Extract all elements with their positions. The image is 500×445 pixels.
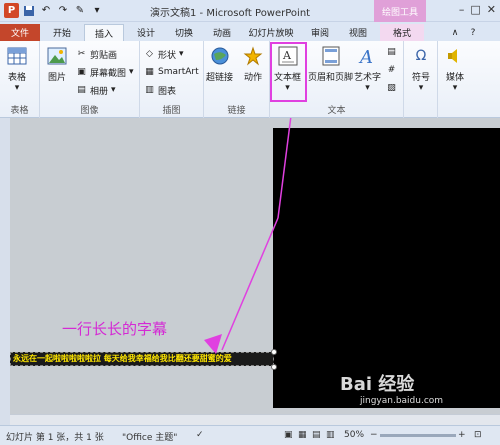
picture-button[interactable]: 图片 <box>46 45 68 83</box>
slide-panel-collapsed[interactable] <box>0 118 10 425</box>
drawing-tools-context: 绘图工具 <box>374 0 426 22</box>
window-controls: – □ ✕ <box>459 3 496 16</box>
minimize-ribbon-icon[interactable]: ∧ <box>448 24 462 41</box>
speaker-icon <box>444 45 466 67</box>
zoom-level[interactable]: 50% <box>344 430 364 440</box>
quick-access-toolbar: P ↶ ↷ ✎ ▾ <box>4 3 104 18</box>
group-label-illustrations: 插图 <box>162 106 181 116</box>
slide-info: 幻灯片 第 1 张，共 1 张 <box>6 433 104 443</box>
tab-home[interactable]: 开始 <box>44 24 80 41</box>
table-button[interactable]: 表格 ▾ <box>6 45 28 93</box>
object-icon[interactable]: ▨ <box>386 81 397 95</box>
header-footer-icon <box>320 45 342 67</box>
resize-handle-top[interactable] <box>271 349 277 355</box>
screenshot-icon: ▣ <box>77 67 86 77</box>
help-icon[interactable]: ? <box>466 24 480 41</box>
title-bar: P ↶ ↷ ✎ ▾ 演示文稿1 - Microsoft PowerPoint 绘… <box>0 0 500 22</box>
wordart-button[interactable]: A 艺术字 ▾ <box>354 45 381 93</box>
smartart-icon: ▦ <box>145 67 154 77</box>
group-tables: 表格 ▾ 表格 <box>0 41 40 118</box>
undo-icon[interactable]: ↶ <box>39 4 53 18</box>
picture-icon <box>46 45 68 67</box>
status-bar: 幻灯片 第 1 张，共 1 张 "Office 主题" ✓ ▣ ▦ ▤ ▥ 50… <box>0 425 500 445</box>
window-title: 演示文稿1 - Microsoft PowerPoint <box>150 8 311 19</box>
date-time-icon[interactable]: ▤ <box>386 45 397 59</box>
group-links: 超链接 动作 链接 <box>204 41 270 118</box>
action-button[interactable]: 动作 <box>242 45 264 83</box>
minimize-icon[interactable]: – <box>459 3 465 16</box>
tab-format[interactable]: 格式 <box>380 24 424 41</box>
wordart-icon: A <box>357 45 379 67</box>
shapes-icon: ◇ <box>146 49 153 59</box>
action-star-icon <box>242 45 264 67</box>
normal-view-icon[interactable]: ▣ <box>284 430 293 440</box>
zoom-out-icon[interactable]: − <box>370 430 378 440</box>
group-images: 图片 ✂ 剪贴画 ▣ 屏幕截图 ▾ ▤ 相册 ▾ 图像 <box>40 41 140 118</box>
maximize-icon[interactable]: □ <box>470 3 480 16</box>
ribbon-tabs: 文件 开始 插入 设计 切换 动画 幻灯片放映 审阅 视图 格式 ∧ ? <box>0 22 500 41</box>
tab-view[interactable]: 视图 <box>340 24 376 41</box>
powerpoint-logo-icon[interactable]: P <box>4 3 19 18</box>
slide-editing-area: 一行长长的字幕 永远在一起啦啦啦啦啦拉 每天给我幸福给我比翻还要甜蜜的爱 <box>10 118 500 425</box>
format-painter-icon[interactable]: ✎ <box>73 4 87 18</box>
album-button[interactable]: ▤ 相册 ▾ <box>76 83 115 97</box>
redo-icon[interactable]: ↷ <box>56 4 70 18</box>
tab-insert[interactable]: 插入 <box>84 24 124 41</box>
chart-icon: ▥ <box>145 85 154 95</box>
clipart-icon: ✂ <box>77 49 86 59</box>
hyperlink-button[interactable]: 超链接 <box>206 45 233 83</box>
close-icon[interactable]: ✕ <box>487 3 496 16</box>
subtitle-textbox[interactable]: 永远在一起啦啦啦啦啦拉 每天给我幸福给我比翻还要甜蜜的爱 <box>10 352 274 366</box>
group-media: 媒体 ▾ <box>438 41 472 118</box>
sorter-view-icon[interactable]: ▦ <box>298 430 307 440</box>
slideshow-view-icon[interactable]: ▥ <box>326 430 335 440</box>
chart-button[interactable]: ▥ 图表 <box>144 83 176 97</box>
horizontal-scrollbar[interactable] <box>10 414 500 425</box>
tab-transitions[interactable]: 切换 <box>166 24 202 41</box>
tab-file[interactable]: 文件 <box>0 24 40 41</box>
group-label-images: 图像 <box>80 106 99 116</box>
reading-view-icon[interactable]: ▤ <box>312 430 321 440</box>
svg-text:A: A <box>358 47 373 66</box>
textbox-highlight <box>270 42 307 102</box>
header-footer-button[interactable]: 页眉和页脚 <box>308 45 353 83</box>
baidu-watermark: Bai 经验 <box>340 374 415 395</box>
tab-slideshow[interactable]: 幻灯片放映 <box>242 24 300 41</box>
annotation-caption: 一行长长的字幕 <box>62 320 168 338</box>
resize-handle-bottom[interactable] <box>271 364 277 370</box>
omega-icon: Ω <box>415 48 427 64</box>
screenshot-button[interactable]: ▣ 屏幕截图 ▾ <box>76 65 133 79</box>
group-label-links: 链接 <box>227 106 246 116</box>
zoom-slider[interactable] <box>380 434 456 437</box>
tab-review[interactable]: 审阅 <box>302 24 338 41</box>
media-button[interactable]: 媒体 ▾ <box>444 45 466 93</box>
shapes-button[interactable]: ◇ 形状 ▾ <box>144 47 184 61</box>
slide[interactable] <box>273 128 500 408</box>
group-symbols: Ω 符号 ▾ <box>404 41 438 118</box>
theme-name: "Office 主题" <box>122 433 178 443</box>
globe-icon <box>209 45 231 67</box>
customize-qat-icon[interactable]: ▾ <box>90 4 104 18</box>
slide-number-icon[interactable]: # <box>386 63 397 77</box>
spellcheck-icon[interactable]: ✓ <box>196 430 204 440</box>
fit-slide-icon[interactable]: ⊡ <box>474 430 482 440</box>
save-icon[interactable] <box>22 4 36 18</box>
group-illustrations: ◇ 形状 ▾ ▦ SmartArt ▥ 图表 插图 <box>140 41 204 118</box>
table-icon <box>6 45 28 67</box>
zoom-in-icon[interactable]: + <box>458 430 466 440</box>
group-label-text: 文本 <box>327 106 346 116</box>
group-label-tables: 表格 <box>10 106 29 116</box>
canvas-background: 一行长长的字幕 永远在一起啦啦啦啦啦拉 每天给我幸福给我比翻还要甜蜜的爱 <box>10 118 500 418</box>
tab-design[interactable]: 设计 <box>128 24 164 41</box>
symbol-button[interactable]: Ω 符号 ▾ <box>410 45 432 93</box>
tab-animations[interactable]: 动画 <box>204 24 240 41</box>
smartart-button[interactable]: ▦ SmartArt <box>144 65 198 79</box>
baidu-watermark-url: jingyan.baidu.com <box>360 396 444 406</box>
clipart-button[interactable]: ✂ 剪贴画 <box>76 47 117 61</box>
album-icon: ▤ <box>77 85 86 95</box>
ribbon: 表格 ▾ 表格 图片 ✂ 剪贴画 ▣ 屏幕截图 ▾ ▤ 相册 ▾ 图像 ◇ 形状… <box>0 41 500 118</box>
